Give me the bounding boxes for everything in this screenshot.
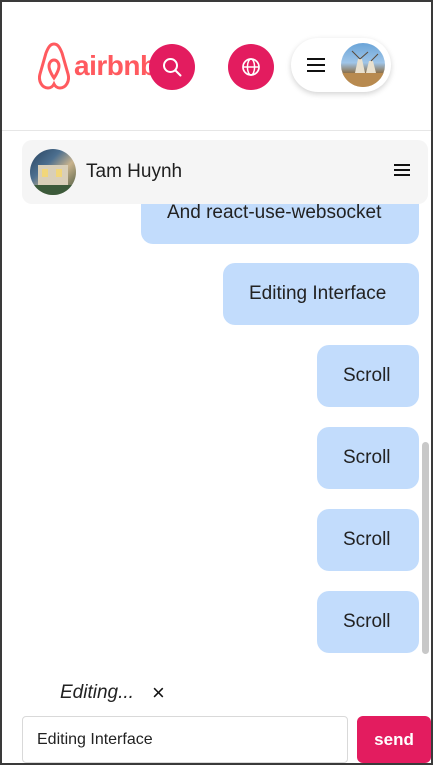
message-text: Scroll (343, 611, 391, 632)
contact-avatar[interactable] (30, 149, 76, 195)
message-text: Scroll (343, 447, 391, 468)
message-bubble[interactable]: Scroll (317, 509, 419, 571)
user-avatar (341, 43, 385, 87)
chat-menu-button[interactable] (394, 163, 410, 182)
globe-icon (242, 58, 260, 76)
message-text: Editing Interface (249, 283, 387, 304)
search-button[interactable] (149, 44, 195, 90)
message-bubble[interactable]: Scroll (317, 345, 419, 407)
user-menu-button[interactable] (291, 38, 391, 92)
app-frame: airbnb Tam Huynh And react-use-websocket… (0, 0, 433, 765)
message-text: And react-use-websocket (167, 202, 382, 223)
airbnb-logo[interactable]: airbnb (38, 40, 157, 92)
message-input[interactable] (22, 716, 348, 763)
top-navbar: airbnb (2, 2, 431, 131)
contact-name: Tam Huynh (86, 161, 183, 182)
search-icon (163, 58, 182, 77)
hamburger-icon (307, 58, 325, 72)
message-bubble[interactable]: Scroll (317, 427, 419, 489)
airbnb-logo-icon (38, 42, 70, 90)
chat-header: Tam Huynh (22, 140, 428, 204)
logo-wordmark: airbnb (74, 50, 157, 81)
message-bubble[interactable]: And react-use-websocket (141, 197, 419, 244)
cancel-edit-icon[interactable]: × (152, 682, 165, 704)
message-bubble[interactable]: Scroll (317, 591, 419, 653)
message-list[interactable]: And react-use-websocket Editing Interfac… (2, 197, 431, 667)
editing-indicator: Editing... × (60, 682, 165, 704)
editing-label: Editing... (60, 682, 134, 703)
send-button[interactable]: send (357, 716, 431, 763)
message-text: Scroll (343, 529, 391, 550)
hamburger-icon (394, 163, 410, 176)
contact-avatar-image (30, 165, 76, 195)
message-text: Scroll (343, 365, 391, 386)
message-bubble[interactable]: Editing Interface (223, 263, 419, 325)
windmill-image (341, 50, 385, 87)
message-scrollbar[interactable] (422, 442, 429, 654)
language-button[interactable] (228, 44, 274, 90)
